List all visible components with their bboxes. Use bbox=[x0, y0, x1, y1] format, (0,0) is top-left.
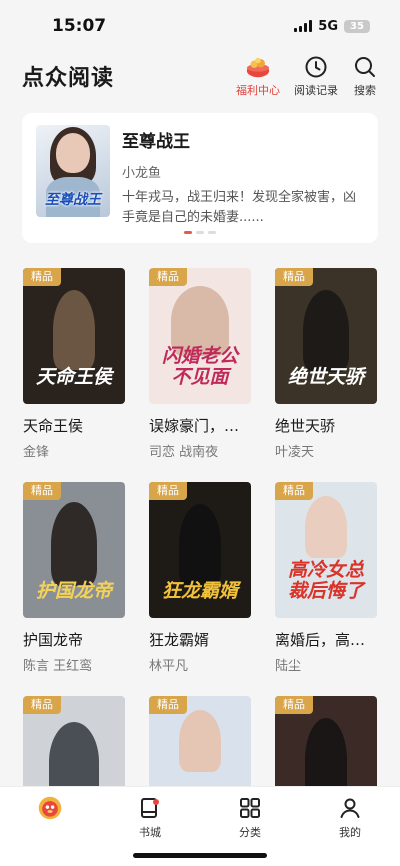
book-item[interactable]: 精品 绝世天骄 绝世天骄 叶凌天 bbox=[275, 268, 377, 460]
cover-title: 闪婚老公不见面 bbox=[161, 345, 238, 388]
signal-icon bbox=[294, 20, 313, 32]
book-item[interactable]: 精品 护国龙帝 护国龙帝 陈言 王红鸾 bbox=[23, 482, 125, 674]
book-title: 绝世天骄 bbox=[275, 417, 336, 435]
book-item[interactable]: 精品 高冷女总裁后悔了 离婚后，高… 陆尘 bbox=[275, 482, 377, 674]
book-cover[interactable]: 精品 天命王侯 bbox=[23, 268, 125, 404]
welfare-center-label: 福利中心 bbox=[236, 84, 280, 97]
carousel-dot bbox=[208, 231, 216, 234]
book-author: 陈言 王红鸾 bbox=[23, 659, 93, 674]
cover-title: 护国龙帝 bbox=[35, 580, 112, 602]
search-icon bbox=[352, 54, 378, 80]
premium-badge: 精品 bbox=[275, 268, 313, 286]
cover-art bbox=[51, 502, 97, 586]
book-title: 狂龙霸婿 bbox=[149, 631, 210, 649]
featured-book-author: 小龙鱼 bbox=[122, 166, 162, 181]
book-item[interactable]: 精品 天命王侯 天命王侯 金锋 bbox=[23, 268, 125, 460]
tab-bookstore-label: 书城 bbox=[139, 826, 161, 839]
cover-art bbox=[179, 710, 221, 772]
book-title: 护国龙帝 bbox=[23, 631, 84, 649]
status-bar: 15:07 5G 35 bbox=[0, 0, 400, 52]
battery-icon: 35 bbox=[344, 19, 370, 33]
premium-badge: 精品 bbox=[275, 696, 313, 714]
cover-title: 高冷女总裁后悔了 bbox=[287, 559, 364, 602]
book-author: 林平凡 bbox=[149, 659, 189, 674]
book-cover[interactable]: 精品 闪婚老公不见面 bbox=[149, 268, 251, 404]
home-indicator bbox=[133, 853, 267, 858]
tab-home[interactable] bbox=[0, 787, 100, 866]
clock-icon bbox=[303, 54, 329, 80]
book-title: 误嫁豪门，… bbox=[149, 417, 240, 435]
book-author: 司恋 战南夜 bbox=[149, 445, 219, 460]
book-title: 天命王侯 bbox=[23, 417, 84, 435]
reading-history-label: 阅读记录 bbox=[294, 84, 338, 97]
premium-badge: 精品 bbox=[275, 482, 313, 500]
featured-book-card[interactable]: 至尊战王 至尊战王 小龙鱼 十年戎马，战王归来！发现全家被害，凶手竟是自己的未婚… bbox=[22, 113, 378, 243]
network-label: 5G bbox=[318, 18, 338, 34]
book-author: 金锋 bbox=[23, 445, 50, 460]
featured-book-title: 至尊战王 bbox=[122, 132, 190, 152]
premium-badge: 精品 bbox=[149, 268, 187, 286]
search-button[interactable]: 搜索 bbox=[352, 54, 378, 98]
tab-profile[interactable]: 我的 bbox=[300, 787, 400, 866]
book-author: 陆尘 bbox=[275, 659, 302, 674]
welfare-center-button[interactable]: 福利中心 bbox=[236, 54, 280, 98]
book-item[interactable]: 精品 狂龙霸婿 狂龙霸婿 林平凡 bbox=[149, 482, 251, 674]
tab-profile-label: 我的 bbox=[339, 826, 361, 839]
book-cover[interactable]: 精品 高冷女总裁后悔了 bbox=[275, 482, 377, 618]
carousel-dot bbox=[196, 231, 204, 234]
carousel-dot bbox=[184, 231, 192, 234]
carousel-indicator bbox=[22, 231, 378, 234]
book-cover[interactable]: 精品 绝世天骄 bbox=[275, 268, 377, 404]
cover-title: 绝世天骄 bbox=[287, 366, 364, 388]
cover-art bbox=[305, 496, 347, 558]
bookstore-icon bbox=[137, 795, 163, 821]
book-item[interactable]: 精品 闪婚老公不见面 误嫁豪门，… 司恋 战南夜 bbox=[149, 268, 251, 460]
category-grid-icon bbox=[237, 795, 263, 821]
profile-icon bbox=[337, 795, 363, 821]
featured-book-cover[interactable]: 至尊战王 bbox=[36, 125, 110, 217]
cover-art bbox=[53, 290, 95, 370]
gift-basket-icon bbox=[245, 54, 271, 80]
premium-badge: 精品 bbox=[23, 482, 61, 500]
app-title: 点众阅读 bbox=[22, 66, 115, 91]
header-actions: 福利中心 阅读记录 搜索 bbox=[236, 54, 378, 98]
search-label: 搜索 bbox=[354, 84, 376, 97]
tab-category-label: 分类 bbox=[239, 826, 261, 839]
premium-badge: 精品 bbox=[149, 482, 187, 500]
status-time: 15:07 bbox=[52, 16, 107, 36]
book-cover[interactable]: 精品 护国龙帝 bbox=[23, 482, 125, 618]
featured-book-description: 十年戎马，战王归来！发现全家被害，凶手竟是自己的未婚妻...... bbox=[122, 190, 357, 225]
featured-cover-title: 至尊战王 bbox=[45, 192, 101, 208]
cover-art bbox=[179, 504, 221, 588]
cover-title: 狂龙霸婿 bbox=[161, 580, 238, 602]
book-title: 离婚后，高… bbox=[275, 631, 366, 649]
status-indicators: 5G 35 bbox=[294, 19, 370, 34]
premium-badge: 精品 bbox=[23, 696, 61, 714]
cover-title: 天命王侯 bbox=[35, 366, 112, 388]
mascot-icon bbox=[37, 795, 63, 821]
app-header: 点众阅读 福利中心 阅读记录 搜索 bbox=[0, 52, 400, 100]
book-cover[interactable]: 精品 狂龙霸婿 bbox=[149, 482, 251, 618]
reading-history-button[interactable]: 阅读记录 bbox=[294, 54, 338, 98]
featured-book-info: 至尊战王 小龙鱼 十年戎马，战王归来！发现全家被害，凶手竟是自己的未婚妻....… bbox=[122, 125, 364, 243]
premium-badge: 精品 bbox=[149, 696, 187, 714]
premium-badge: 精品 bbox=[23, 268, 61, 286]
book-author: 叶凌天 bbox=[275, 445, 315, 460]
cover-art bbox=[303, 290, 349, 372]
